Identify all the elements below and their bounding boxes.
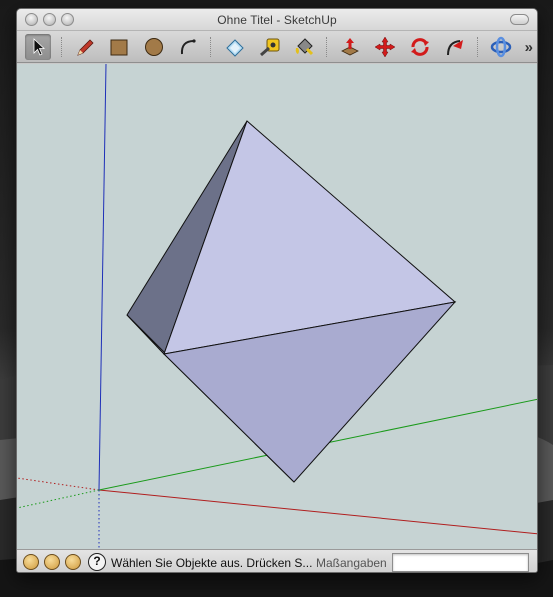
arc-icon — [180, 39, 196, 55]
toolbar-separator — [477, 37, 478, 57]
status-message: Wählen Sie Objekte aus. Drücken S... — [111, 556, 313, 570]
paint-bucket-tool-button[interactable] — [291, 34, 317, 60]
rectangle-tool-button[interactable] — [106, 34, 132, 60]
tape-measure-tool-button[interactable] — [257, 34, 283, 60]
user-icon[interactable] — [65, 554, 81, 570]
move-icon — [374, 36, 396, 58]
help-icon[interactable]: ? — [88, 553, 106, 571]
sketchup-window: Ohne Titel - SketchUp » ? Wählen Sie Obj… — [16, 8, 538, 573]
toolbar-separator — [210, 37, 211, 57]
rotate-icon — [411, 38, 429, 56]
status-bar: ? Wählen Sie Objekte aus. Drücken S... M… — [17, 549, 537, 572]
measurements-input[interactable] — [392, 553, 529, 572]
pencil-tool-button[interactable] — [72, 34, 98, 60]
title-bar[interactable]: Ohne Titel - SketchUp — [17, 9, 537, 31]
model-canvas[interactable] — [17, 63, 538, 549]
red-axis — [98, 489, 537, 535]
eraser-tool-button[interactable] — [222, 34, 248, 60]
window-title: Ohne Titel - SketchUp — [217, 13, 337, 27]
rectangle-icon — [110, 39, 128, 56]
push-pull-icon — [341, 38, 359, 56]
measurements-label: Maßangaben — [316, 556, 387, 570]
green-axis-hidden — [17, 489, 100, 509]
credits-icon[interactable] — [44, 554, 60, 570]
tape-measure-icon — [260, 38, 280, 57]
pencil-icon — [77, 39, 94, 56]
follow-me-tool-button[interactable] — [442, 34, 468, 60]
red-axis-hidden — [17, 477, 100, 491]
toolbar-toggle-button[interactable] — [510, 14, 529, 25]
circle-icon — [145, 38, 163, 56]
drawing-viewport[interactable] — [17, 63, 538, 549]
select-tool-button[interactable] — [25, 34, 51, 60]
geolocation-icon[interactable] — [23, 554, 39, 570]
orbit-icon — [490, 36, 512, 58]
toolbar-separator — [61, 37, 62, 57]
toolbar-overflow-button[interactable]: » — [525, 39, 533, 56]
toolbar-separator — [326, 37, 327, 57]
arc-tool-button[interactable] — [175, 34, 201, 60]
push-pull-tool-button[interactable] — [337, 34, 363, 60]
main-toolbar: » — [17, 31, 537, 63]
move-tool-button[interactable] — [372, 34, 398, 60]
circle-tool-button[interactable] — [141, 34, 167, 60]
rotate-tool-button[interactable] — [407, 34, 433, 60]
paint-bucket-icon — [295, 38, 314, 56]
blue-axis — [98, 63, 107, 491]
eraser-icon — [226, 39, 244, 57]
arrow-cursor-icon — [33, 38, 46, 56]
follow-me-icon — [447, 40, 463, 56]
orbit-tool-button[interactable] — [488, 34, 514, 60]
